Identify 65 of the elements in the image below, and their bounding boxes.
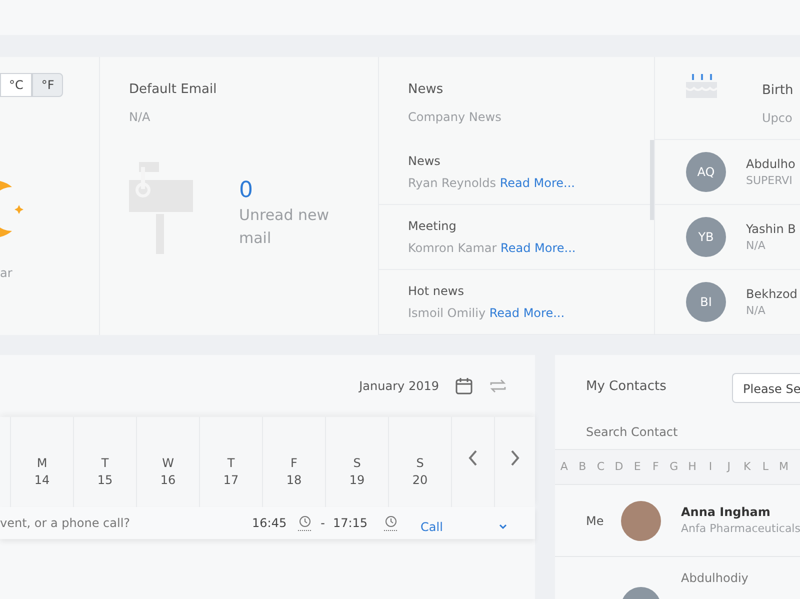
letter-filter[interactable]: F <box>646 450 665 484</box>
news-item-author: Komron Kamar Read More... <box>408 240 577 257</box>
letter-filter[interactable]: E <box>628 450 646 484</box>
unit-toggle[interactable]: °F <box>32 73 64 97</box>
contacts-title: My Contacts <box>586 378 668 396</box>
event-type-dropdown[interactable]: Call <box>420 510 507 536</box>
person-role: N/A <box>746 238 766 254</box>
letter-filter[interactable]: K <box>738 450 756 484</box>
clock-icon[interactable] <box>382 515 399 531</box>
letter-filter[interactable]: M <box>774 450 793 484</box>
photo-placeholder <box>621 500 661 540</box>
avatar-initials: AQ <box>686 152 726 192</box>
refresh-icon[interactable] <box>489 378 507 394</box>
unread-label: Unread new mail <box>239 204 330 250</box>
birthday-cake-icon <box>686 74 717 98</box>
letter-filter[interactable]: L <box>756 450 775 484</box>
read-more-link[interactable]: Read More... <box>500 241 576 255</box>
clock-icon[interactable] <box>296 515 313 531</box>
person-name: Yashin B <box>746 220 796 238</box>
letter-filter[interactable]: A <box>555 450 574 484</box>
weather-moon-icon <box>0 181 26 237</box>
weather-caption: ar <box>0 265 12 282</box>
search-contact-field[interactable]: Search Contact <box>586 422 696 440</box>
contact-label: Me <box>586 514 604 528</box>
month-label[interactable]: January 2019 <box>359 377 439 395</box>
read-more-link[interactable]: Read More... <box>489 306 565 320</box>
news-title: News <box>408 81 444 99</box>
email-title: Default Email <box>129 81 218 99</box>
avatar-initials: BI <box>686 282 726 322</box>
person-role: SUPERVI <box>746 172 794 189</box>
letter-filter[interactable]: D <box>610 450 628 484</box>
news-item-author: Ryan Reynolds Read More... <box>408 175 576 192</box>
birthdays-title: Birth <box>762 82 794 100</box>
end-time[interactable]: 17:15 <box>332 514 368 532</box>
letter-filter[interactable]: H <box>683 450 702 484</box>
letter-filter[interactable]: G <box>664 450 684 484</box>
start-time[interactable]: 16:45 <box>252 514 287 532</box>
news-item-title: Meeting <box>408 218 458 235</box>
news-item-title: News <box>408 153 442 170</box>
contact-company: Anfa Pharmaceuticals <box>681 521 800 538</box>
person-role: N/A <box>746 302 766 319</box>
letter-filter[interactable]: I <box>701 450 720 484</box>
read-more-link[interactable]: Read More... <box>500 176 575 190</box>
letter-filter[interactable]: B <box>573 450 592 484</box>
calendar-icon[interactable] <box>455 377 473 395</box>
chevron-right-icon[interactable] <box>510 450 520 466</box>
contact-name: Abdulhodiy <box>681 570 748 587</box>
letter-filter[interactable]: C <box>592 450 610 484</box>
news-subtitle: Company News <box>408 108 502 126</box>
contact-filter-dropdown[interactable]: Please Se <box>732 373 800 403</box>
avatar-initials: YB <box>686 217 726 257</box>
news-item-author: Ismoil Omiliy Read More... <box>408 305 566 322</box>
event-input-field[interactable]: vent, or a phone call? <box>0 514 240 532</box>
unread-count: 0 <box>239 178 254 204</box>
caret-icon <box>498 524 507 530</box>
chevron-left-icon[interactable] <box>468 450 478 466</box>
birthdays-subtitle: Upco <box>762 110 794 126</box>
contact-name: Anna Ingham <box>681 504 772 522</box>
letter-filter[interactable]: J <box>720 450 738 484</box>
unit-toggle[interactable]: °C <box>0 73 32 97</box>
person-name: Abdulho <box>746 156 796 173</box>
email-address: N/A <box>129 108 152 126</box>
person-name: Bekhzod <box>746 286 798 303</box>
news-item-title: Hot news <box>408 283 465 300</box>
time-separator: - <box>320 515 325 532</box>
